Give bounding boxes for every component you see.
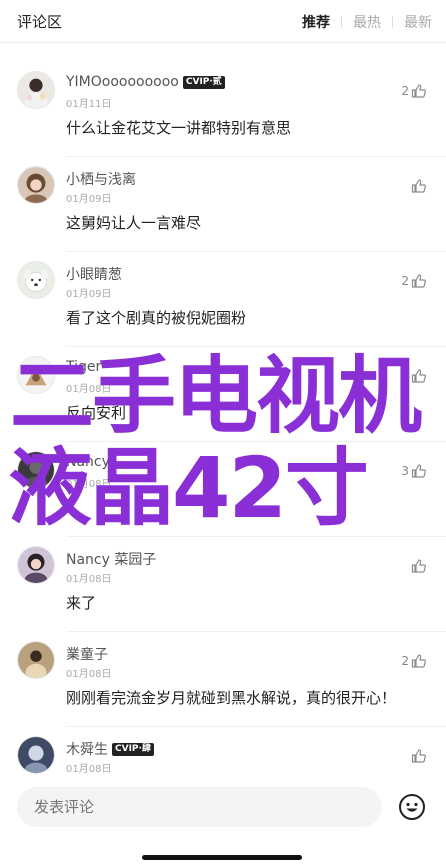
person-outdoor-avatar[interactable] [17, 641, 55, 679]
thumbs-up-icon [411, 179, 426, 193]
cartoon-avatar[interactable] [17, 356, 55, 394]
thumbs-up-icon [411, 464, 426, 478]
like-button[interactable] [409, 177, 428, 195]
like-button[interactable] [409, 367, 428, 385]
like-button[interactable] [409, 557, 428, 575]
comment-date: 01月09日 [66, 194, 112, 205]
woman-portrait-avatar[interactable] [17, 546, 55, 584]
girl-with-flowers-avatar[interactable] [17, 71, 55, 109]
brown-hair-girl-avatar[interactable] [17, 166, 55, 204]
comment-username[interactable]: 小栖与浅离 [66, 169, 136, 189]
like-count: 3 [401, 464, 409, 478]
comment-date: 01月08日 [66, 764, 112, 775]
like-button[interactable]: 3 [401, 462, 428, 480]
comment-item: 小眼睛葱 01月09日 看了这个剧真的被倪妮圈粉 2 [0, 252, 446, 347]
dark-avatar[interactable] [17, 451, 55, 489]
comment-username[interactable]: Nancy [66, 454, 110, 470]
comment-input[interactable] [17, 787, 382, 827]
like-count: 2 [401, 274, 409, 288]
comment-item: Tiger 01月08日 反向安利 [0, 347, 446, 442]
like-button[interactable]: 2 [401, 652, 428, 670]
blue-portrait-avatar[interactable] [17, 736, 55, 774]
comment-list: YIMOooooooooo CVIP·贰 01月11日 什么让金花艾文一讲都特别… [0, 62, 446, 822]
comment-username[interactable]: 小眼睛葱 [66, 264, 122, 284]
comment-username[interactable]: YIMOooooooooo CVIP·贰 [66, 74, 225, 90]
tab-hottest[interactable]: 最热 [353, 12, 381, 32]
comment-text: 看了这个剧真的被倪妮圈粉 [66, 309, 247, 327]
like-button[interactable]: 2 [401, 82, 428, 100]
comment-date: 01月09日 [66, 289, 112, 300]
comment-text: 反向安利 [66, 404, 127, 422]
comment-input-bar [0, 780, 446, 868]
tab-recommended[interactable]: 推荐 [302, 12, 330, 32]
comment-date: 01月08日 [66, 669, 112, 680]
comment-text: 刚刚看完流金岁月就碰到黑水解说，真的很开心！ [66, 689, 397, 707]
comment-text: 来了 [66, 594, 97, 612]
emoji-smile-icon [399, 794, 425, 820]
comment-text: 这舅妈让人一言难尽 [66, 214, 202, 232]
thumbs-up-icon [411, 84, 426, 98]
thumbs-up-icon [411, 369, 426, 383]
comment-header: 评论区 推荐 最热 最新 [0, 0, 446, 43]
vip-badge: CVIP·贰 [182, 75, 225, 89]
like-button[interactable]: 2 [401, 272, 428, 290]
page-title: 评论区 [17, 13, 63, 31]
sort-tabs: 推荐 最热 最新 [302, 12, 432, 32]
comment-item: YIMOooooooooo CVIP·贰 01月11日 什么让金花艾文一讲都特别… [0, 62, 446, 157]
comment-text: 什么让金花艾文一讲都特别有意思 [66, 119, 292, 137]
comment-username[interactable]: 業童子 [66, 644, 108, 664]
comment-item: Nancy 01月08日 3 [0, 442, 446, 537]
vip-badge: CVIP·肆 [112, 742, 154, 756]
thumbs-up-icon [411, 274, 426, 288]
comment-date: 01月11日 [66, 99, 112, 110]
tab-divider [392, 16, 393, 28]
thumbs-up-icon [411, 749, 426, 763]
tab-newest[interactable]: 最新 [404, 12, 432, 32]
emoji-button[interactable] [398, 793, 426, 821]
tab-divider [341, 16, 342, 28]
comment-username[interactable]: Tiger [66, 359, 101, 375]
thumbs-up-icon [411, 559, 426, 573]
comment-date: 01月08日 [66, 479, 112, 490]
home-indicator [142, 855, 302, 860]
comment-item: 小栖与浅离 01月09日 这舅妈让人一言难尽 [0, 157, 446, 252]
thumbs-up-icon [411, 654, 426, 668]
comment-item: Nancy 菜园子 01月08日 来了 [0, 537, 446, 632]
white-dog-avatar[interactable] [17, 261, 55, 299]
comment-date: 01月08日 [66, 384, 112, 395]
like-button[interactable] [409, 747, 428, 765]
comment-item: 業童子 01月08日 刚刚看完流金岁月就碰到黑水解说，真的很开心！ 2 [0, 632, 446, 727]
comment-username[interactable]: Nancy 菜园子 [66, 549, 156, 569]
like-count: 2 [401, 84, 409, 98]
comment-username[interactable]: 木舜生 CVIP·肆 [66, 739, 154, 759]
comment-date: 01月08日 [66, 574, 112, 585]
like-count: 2 [401, 654, 409, 668]
